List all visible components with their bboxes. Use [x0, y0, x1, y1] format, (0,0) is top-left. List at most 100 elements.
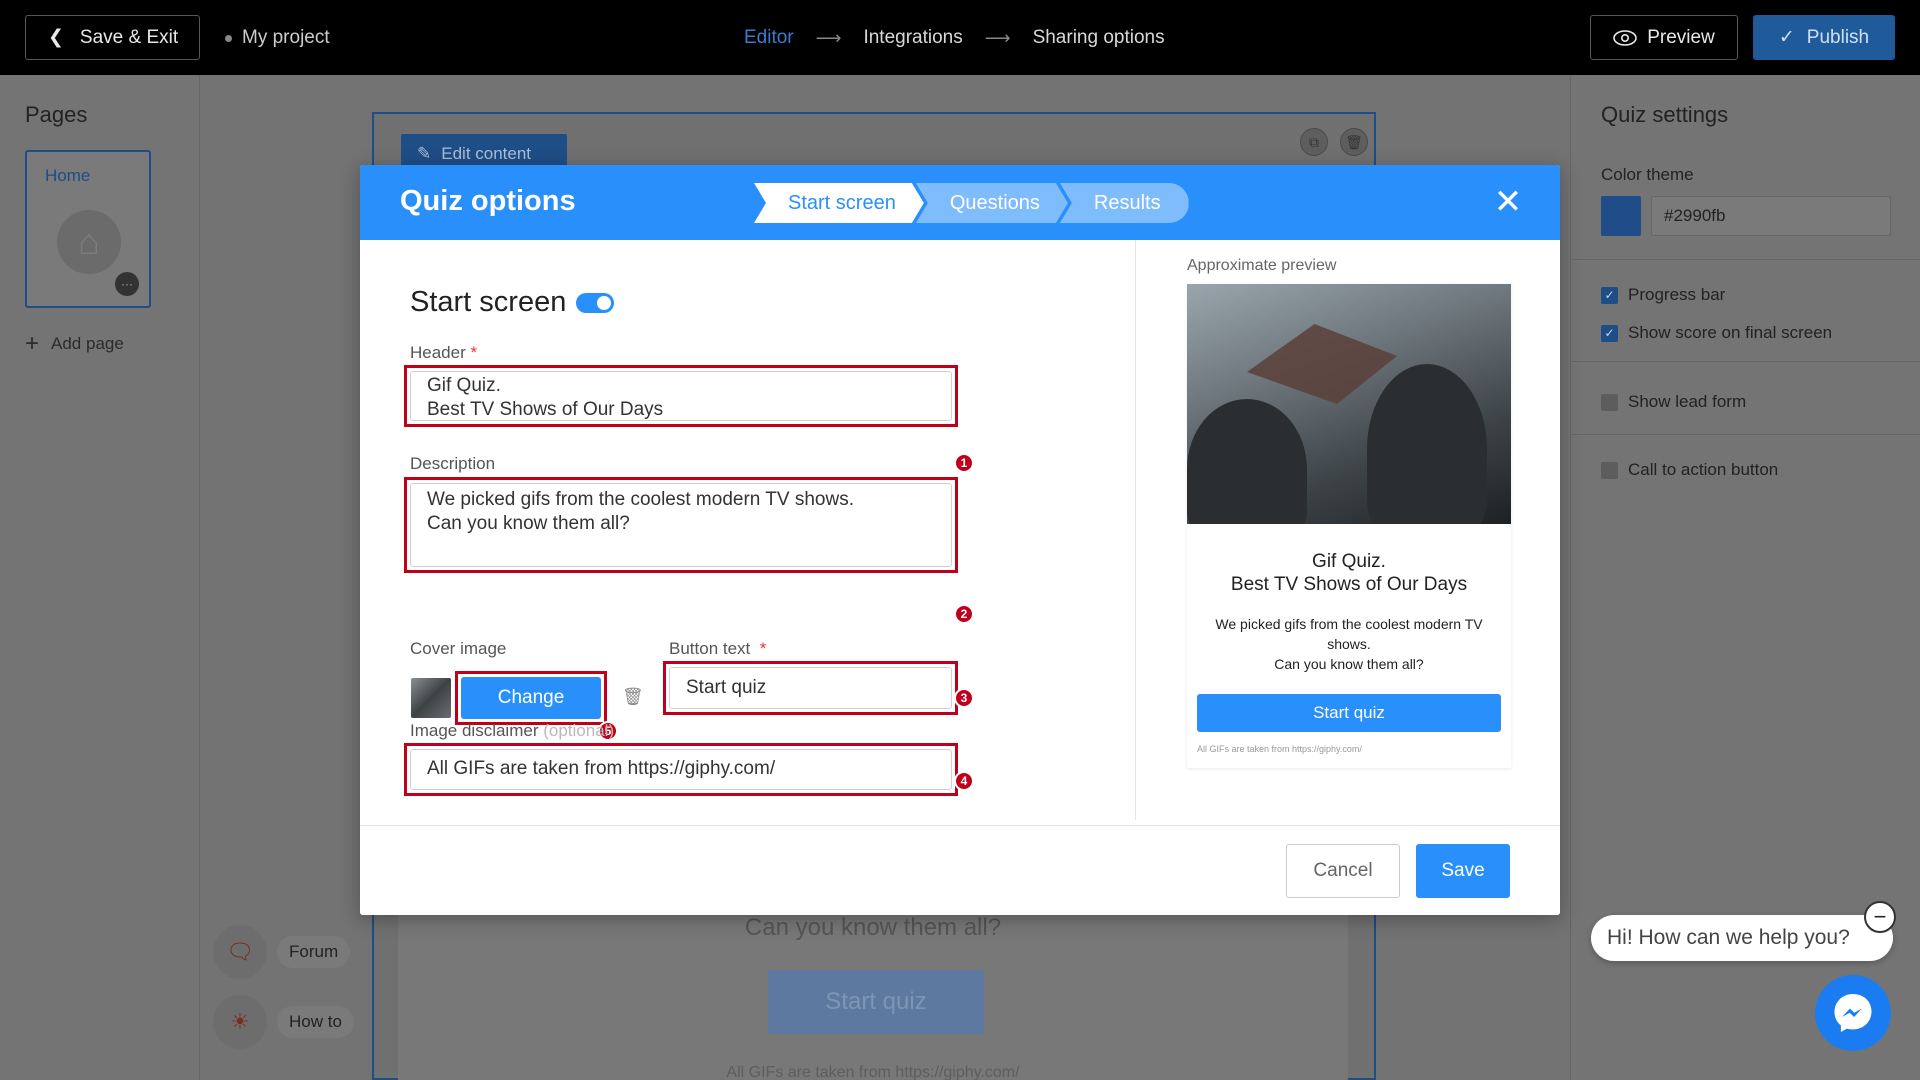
change-cover-button[interactable]: Change: [461, 677, 601, 719]
close-icon[interactable]: ✕: [1491, 183, 1525, 221]
option-label: Show score on final screen: [1628, 323, 1833, 342]
checkbox-unchecked-icon[interactable]: [1601, 461, 1618, 479]
header-label: Header *: [410, 343, 477, 363]
forum-link[interactable]: 🗨 Forum: [213, 925, 351, 979]
modal-tabs: Start screen Questions Results: [754, 183, 1189, 223]
required-marker: *: [759, 639, 767, 658]
trash-icon[interactable]: 🗑: [1340, 128, 1368, 156]
more-options-icon[interactable]: ···: [115, 272, 139, 296]
publish-label: Publish: [1806, 26, 1870, 48]
project-name-label: My project: [242, 27, 330, 48]
save-exit-label: Save & Exit: [79, 26, 179, 48]
option-label: Progress bar: [1628, 285, 1726, 304]
tab-start-screen[interactable]: Start screen: [754, 183, 924, 223]
chat-greeting-bubble[interactable]: Hi! How can we help you?: [1591, 915, 1893, 961]
canvas-question: Can you know them all?: [744, 914, 1002, 941]
arrow-right-icon: ⟶: [984, 27, 1011, 48]
preview-card: Gif Quiz. Best TV Shows of Our Days We p…: [1187, 284, 1511, 768]
canvas-start-screen: Can you know them all? Start quiz All GI…: [398, 914, 1348, 1080]
duplicate-icon[interactable]: ⧉: [1300, 128, 1328, 156]
required-marker: *: [470, 343, 478, 362]
home-icon: ⌂: [57, 210, 121, 274]
plus-icon: +: [25, 330, 40, 357]
preview-cover-image: [1187, 284, 1511, 524]
save-exit-button[interactable]: ❮ Save & Exit: [25, 15, 200, 60]
quiz-settings-title: Quiz settings: [1601, 102, 1729, 127]
call-to-action-option[interactable]: Call to action button: [1601, 460, 1778, 480]
preview-disclaimer: All GIFs are taken from https://giphy.co…: [1197, 744, 1362, 754]
show-score-option[interactable]: ✓ Show score on final screen: [1601, 323, 1832, 343]
chat-greeting-text: Hi! How can we help you?: [1607, 926, 1850, 949]
approximate-preview: Approximate preview Gif Quiz. Best TV Sh…: [1135, 240, 1560, 820]
arrow-right-icon: ⟶: [815, 27, 842, 48]
save-button[interactable]: Save: [1416, 844, 1510, 898]
checkbox-checked-icon[interactable]: ✓: [1601, 286, 1618, 304]
checkbox-checked-icon[interactable]: ✓: [1601, 324, 1618, 342]
check-icon: ✓: [1778, 27, 1795, 48]
forum-label: Forum: [277, 936, 351, 968]
progress-bar-option[interactable]: ✓ Progress bar: [1601, 285, 1725, 305]
how-to-link[interactable]: ☀ How to: [213, 995, 354, 1049]
tab-results[interactable]: Results: [1059, 183, 1189, 223]
header-input[interactable]: Gif Quiz. Best TV Shows of Our Days: [410, 371, 952, 421]
cover-image-thumbnail: [411, 678, 451, 718]
preview-start-button: Start quiz: [1197, 694, 1501, 732]
quiz-options-modal: Quiz options Start screen Questions Resu…: [360, 165, 1560, 915]
color-theme-label: Color theme: [1601, 165, 1694, 184]
image-disclaimer-label: Image disclaimer (optional): [410, 721, 614, 741]
page-card-label: Home: [45, 166, 91, 185]
add-page-label: Add page: [51, 334, 124, 353]
section-title-label: Start screen: [410, 286, 567, 318]
canvas-start-button: Start quiz: [768, 970, 984, 1034]
how-to-label: How to: [277, 1006, 354, 1038]
edit-content-label: Edit content: [441, 144, 532, 163]
chat-icon: 🗨: [213, 925, 267, 979]
image-disclaimer-label-text: Image disclaimer: [410, 721, 539, 740]
option-label: Show lead form: [1628, 392, 1747, 411]
preview-label: Approximate preview: [1187, 257, 1337, 274]
description-textarea[interactable]: We picked gifs from the coolest modern T…: [410, 483, 952, 567]
pages-title: Pages: [25, 102, 88, 127]
annotation-badge-1: 1: [954, 453, 974, 473]
start-screen-form: Start screen Header * Gif Quiz. Best TV …: [360, 240, 1135, 820]
header-label-text: Header: [410, 343, 466, 362]
modal-footer: Cancel Save: [360, 825, 1560, 915]
button-text-input[interactable]: Start quiz: [669, 667, 952, 709]
eye-icon: [1613, 29, 1638, 46]
status-dot-icon: [225, 34, 232, 42]
preview-button[interactable]: Preview: [1590, 15, 1738, 60]
chevron-left-icon: ❮: [48, 27, 64, 48]
preview-title: Gif Quiz. Best TV Shows of Our Days: [1230, 551, 1468, 595]
button-text-label-text: Button text: [669, 639, 751, 658]
page-card-home[interactable]: Home ⌂ ···: [25, 150, 151, 308]
color-theme-swatch[interactable]: [1601, 196, 1641, 236]
step-integrations[interactable]: Integrations: [863, 27, 962, 49]
publish-button[interactable]: ✓ Publish: [1753, 15, 1895, 60]
divider: [1571, 434, 1920, 435]
pages-sidebar: Pages Home ⌂ ··· + Add page: [0, 75, 200, 1080]
trash-icon[interactable]: 🗑: [622, 687, 644, 709]
cancel-button[interactable]: Cancel: [1286, 844, 1400, 898]
start-screen-toggle[interactable]: [576, 292, 615, 313]
annotation-badge-3: 3: [954, 688, 974, 708]
tab-questions[interactable]: Questions: [916, 183, 1068, 223]
section-title: Start screen: [410, 286, 615, 319]
image-disclaimer-input[interactable]: All GIFs are taken from https://giphy.co…: [410, 749, 952, 790]
checkbox-unchecked-icon[interactable]: [1601, 393, 1618, 411]
option-label: Call to action button: [1628, 460, 1779, 479]
minimize-icon[interactable]: −: [1864, 901, 1896, 933]
messenger-launcher[interactable]: [1815, 975, 1891, 1051]
step-editor[interactable]: Editor: [744, 27, 794, 49]
step-sharing-options[interactable]: Sharing options: [1033, 27, 1165, 49]
color-theme-input[interactable]: #2990fb: [1651, 196, 1891, 236]
preview-label: Preview: [1647, 26, 1715, 48]
show-lead-form-option[interactable]: Show lead form: [1601, 392, 1746, 412]
cover-image-label: Cover image: [410, 639, 507, 658]
annotation-badge-4: 4: [954, 771, 974, 791]
project-name[interactable]: My project: [225, 27, 330, 49]
workflow-steps: Editor ⟶ Integrations ⟶ Sharing options: [744, 27, 1165, 49]
modal-header: Quiz options Start screen Questions Resu…: [360, 165, 1560, 240]
description-label: Description: [410, 454, 496, 473]
add-page-button[interactable]: + Add page: [25, 330, 124, 358]
messenger-icon: [1834, 994, 1872, 1032]
